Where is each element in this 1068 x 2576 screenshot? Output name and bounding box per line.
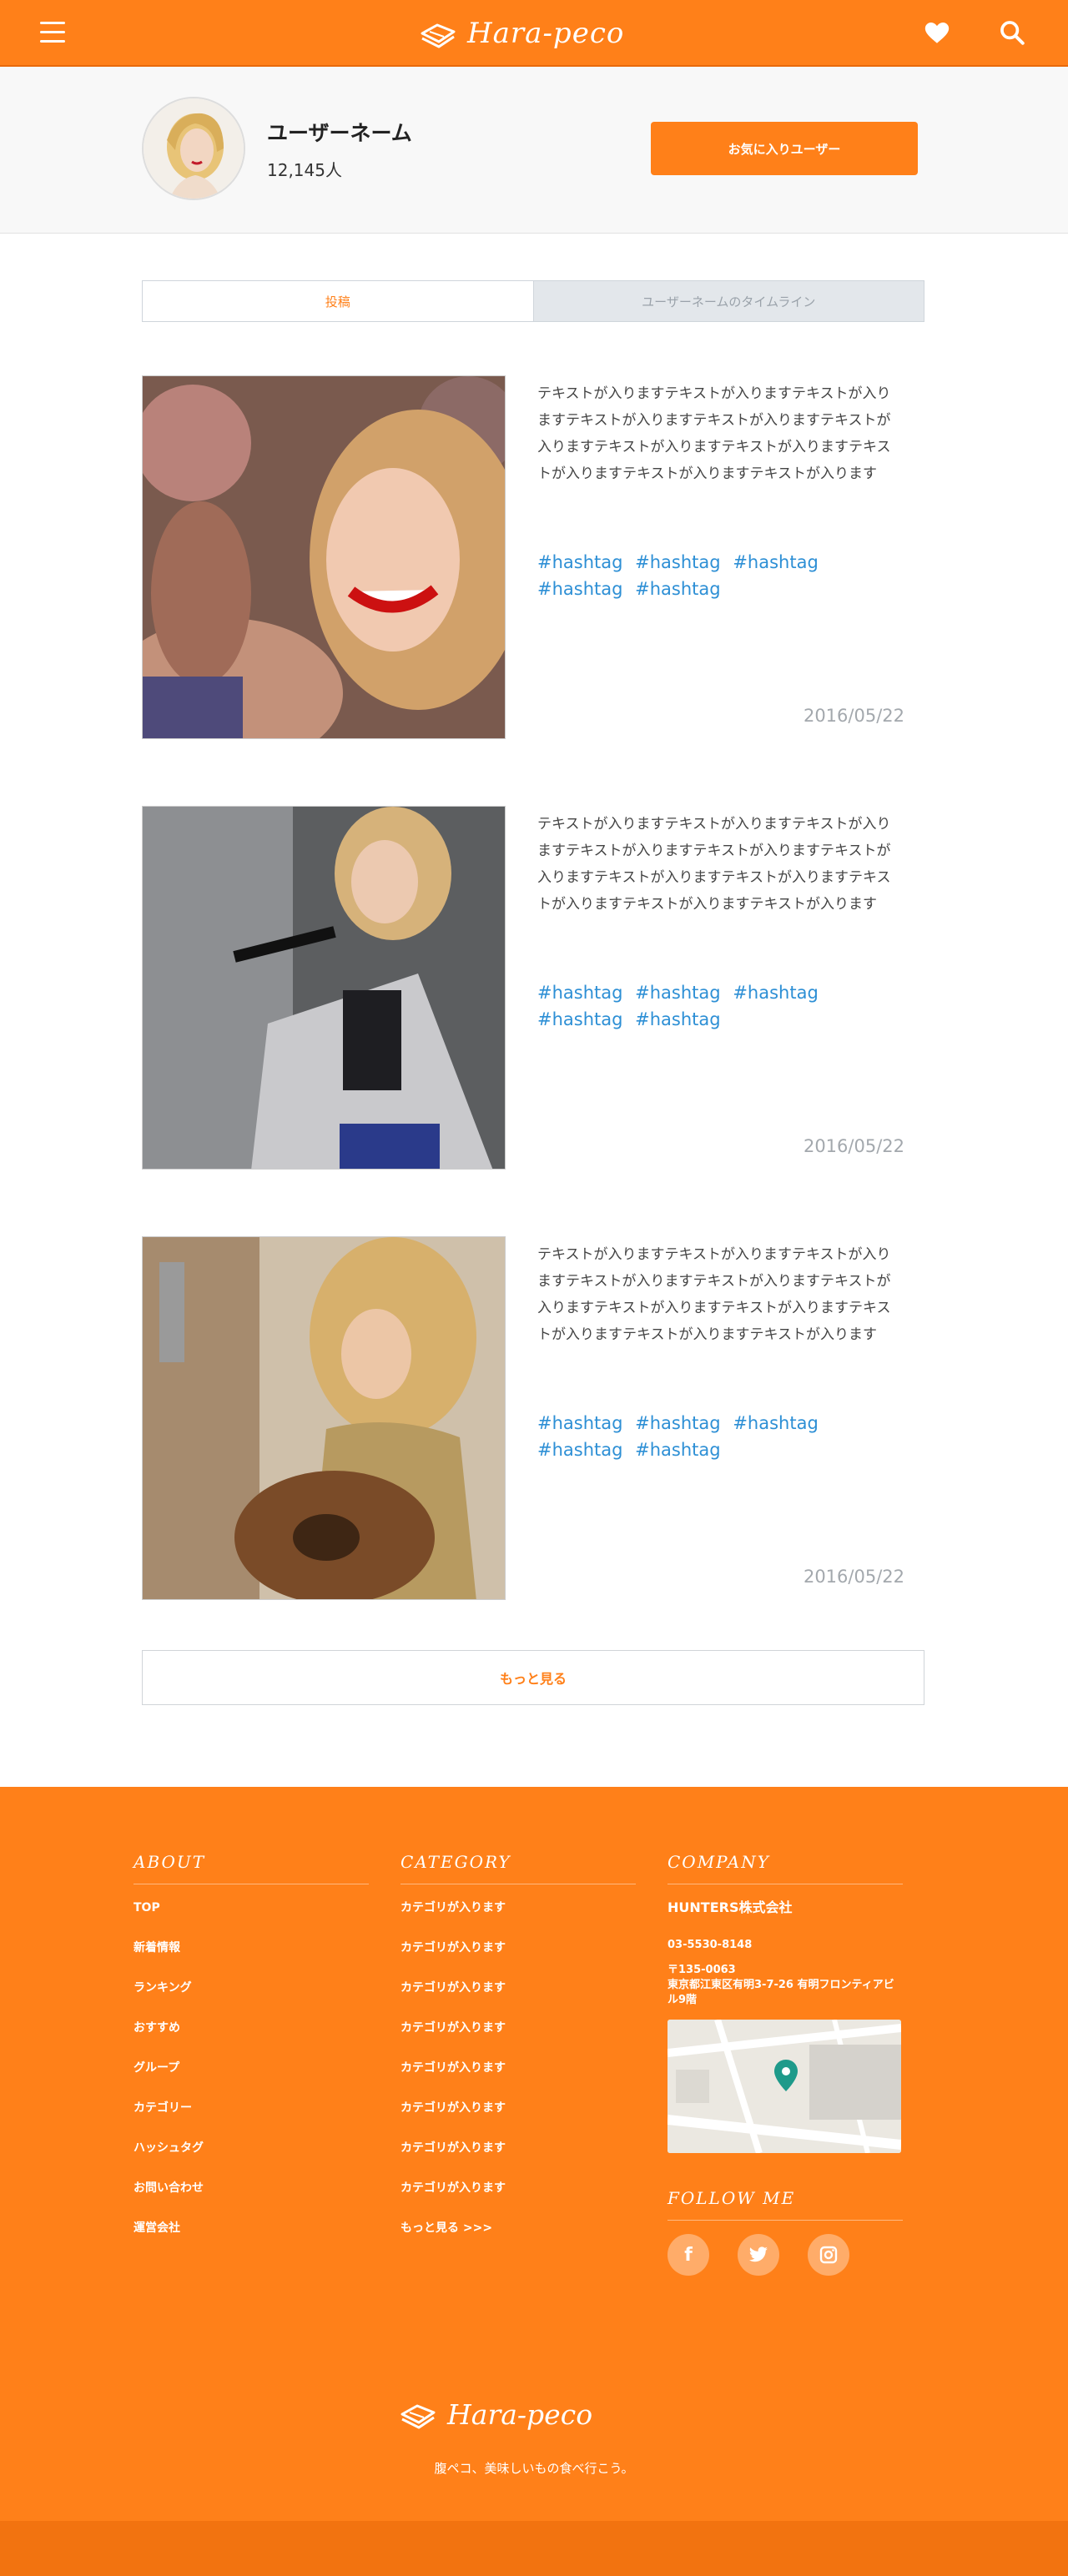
hashtag-link[interactable]: #hashtag xyxy=(635,552,720,572)
profile-section: ユーザーネーム 12,145人 お気に入りユーザー xyxy=(0,67,1068,234)
profile-tabs: 投稿 ユーザーネームのタイムライン xyxy=(142,280,924,322)
avatar xyxy=(142,97,245,200)
post-hashtags: #hashtag #hashtag #hashtag #hashtag #has… xyxy=(537,1410,904,1463)
company-address: 東京都江東区有明3-7-26 有明フロンティアビル9階 xyxy=(668,1979,894,2006)
hashtag-link[interactable]: #hashtag xyxy=(537,552,622,572)
post-text: テキストが入りますテキストが入りますテキストが入りますテキストが入りますテキスト… xyxy=(537,385,891,482)
footer-category-link[interactable]: カテゴリが入ります xyxy=(400,1938,636,1978)
footer-tagline: 腹ペコ、美味しいもの食べ行こう。 xyxy=(434,2461,634,2476)
company-phone: 03-5530-8148 xyxy=(668,1939,753,1951)
social-links: f xyxy=(668,2234,903,2276)
post-image[interactable] xyxy=(142,1236,506,1600)
footer-about-column: ABOUT TOP 新着情報 ランキング おすすめ グループ カテゴリー ハッシ… xyxy=(134,1852,369,2258)
footer-category-link[interactable]: カテゴリが入ります xyxy=(400,2018,636,2058)
footer-link[interactable]: カテゴリー xyxy=(134,2098,369,2138)
post-text: テキストが入りますテキストが入りますテキストが入りますテキストが入りますテキスト… xyxy=(537,1246,891,1343)
footer-category-column: CATEGORY カテゴリが入ります カテゴリが入ります カテゴリが入ります カ… xyxy=(400,1852,636,2258)
logo-book-icon xyxy=(421,23,456,48)
footer-category-title: CATEGORY xyxy=(400,1852,636,1884)
search-icon[interactable] xyxy=(998,18,1026,47)
post-image[interactable] xyxy=(142,806,506,1170)
tab-posts[interactable]: 投稿 xyxy=(143,281,533,321)
footer-category-link[interactable]: カテゴリが入ります xyxy=(400,1978,636,2018)
footer-follow-title: FOLLOW ME xyxy=(668,2188,903,2221)
footer-bottom-bar xyxy=(0,2521,1068,2576)
hashtag-link[interactable]: #hashtag xyxy=(537,579,622,599)
post-date: 2016/05/22 xyxy=(803,1567,904,1587)
footer-about-title: ABOUT xyxy=(134,1852,369,1884)
footer-link[interactable]: TOP xyxy=(134,1898,369,1938)
tab-timeline[interactable]: ユーザーネームのタイムライン xyxy=(532,281,924,321)
hashtag-link[interactable]: #hashtag xyxy=(733,1413,818,1433)
post-image[interactable] xyxy=(142,375,506,739)
facebook-icon[interactable]: f xyxy=(668,2234,709,2276)
footer-link[interactable]: ハッシュタグ xyxy=(134,2138,369,2178)
hashtag-link[interactable]: #hashtag xyxy=(635,1413,720,1433)
site-footer: ABOUT TOP 新着情報 ランキング おすすめ グループ カテゴリー ハッシ… xyxy=(0,1787,1068,2576)
company-postal: 〒135-0063 xyxy=(668,1964,736,1976)
profile-username: ユーザーネーム xyxy=(267,121,412,145)
footer-category-link[interactable]: カテゴリが入ります xyxy=(400,1898,636,1938)
heart-icon[interactable] xyxy=(923,18,951,47)
footer-link[interactable]: おすすめ xyxy=(134,2018,369,2058)
footer-category-link[interactable]: カテゴリが入ります xyxy=(400,2138,636,2178)
site-header: Hara-peco xyxy=(0,0,1068,67)
company-name: HUNTERS株式会社 xyxy=(668,1899,793,1915)
hashtag-link[interactable]: #hashtag xyxy=(635,1009,720,1029)
post-card: テキストが入りますテキストが入りますテキストが入りますテキストが入りますテキスト… xyxy=(142,1236,924,1600)
footer-company-title: COMPANY xyxy=(668,1852,903,1884)
hashtag-link[interactable]: #hashtag xyxy=(537,983,622,1003)
hashtag-link[interactable]: #hashtag xyxy=(635,1440,720,1460)
hashtag-link[interactable]: #hashtag xyxy=(537,1440,622,1460)
post-hashtags: #hashtag #hashtag #hashtag #hashtag #has… xyxy=(537,979,904,1033)
footer-link[interactable]: 新着情報 xyxy=(134,1938,369,1978)
hashtag-link[interactable]: #hashtag xyxy=(733,983,818,1003)
company-map[interactable] xyxy=(668,2020,901,2153)
footer-category-link[interactable]: カテゴリが入ります xyxy=(400,2098,636,2138)
footer-company-column: COMPANY HUNTERS株式会社 03-5530-8148 〒135-00… xyxy=(668,1852,903,2276)
hashtag-link[interactable]: #hashtag xyxy=(733,552,818,572)
footer-link[interactable]: ランキング xyxy=(134,1978,369,2018)
post-hashtags: #hashtag #hashtag #hashtag #hashtag #has… xyxy=(537,549,904,602)
footer-logo[interactable]: Hara-peco xyxy=(399,2397,592,2431)
logo-text: Hara-peco xyxy=(467,17,625,50)
favorite-user-button[interactable]: お気に入りユーザー xyxy=(651,122,918,175)
hashtag-link[interactable]: #hashtag xyxy=(537,1413,622,1433)
footer-link[interactable]: 運営会社 xyxy=(134,2218,369,2258)
site-logo[interactable]: Hara-peco xyxy=(419,12,624,55)
post-date: 2016/05/22 xyxy=(803,706,904,726)
follower-count: 12,145人 xyxy=(267,160,342,180)
load-more-button[interactable]: もっと見る xyxy=(142,1650,924,1705)
footer-more-link[interactable]: もっと見る >>> xyxy=(400,2218,636,2258)
hashtag-link[interactable]: #hashtag xyxy=(635,983,720,1003)
post-card: テキストが入りますテキストが入りますテキストが入りますテキストが入りますテキスト… xyxy=(142,375,924,739)
footer-category-link[interactable]: カテゴリが入ります xyxy=(400,2178,636,2218)
post-text: テキストが入りますテキストが入りますテキストが入りますテキストが入りますテキスト… xyxy=(537,816,891,913)
logo-book-icon xyxy=(400,2404,436,2429)
twitter-icon[interactable] xyxy=(738,2234,779,2276)
menu-icon[interactable] xyxy=(40,22,65,43)
footer-link[interactable]: グループ xyxy=(134,2058,369,2098)
footer-logo-text: Hara-peco xyxy=(447,2397,593,2431)
instagram-icon[interactable] xyxy=(808,2234,849,2276)
footer-category-link[interactable]: カテゴリが入ります xyxy=(400,2058,636,2098)
hashtag-link[interactable]: #hashtag xyxy=(635,579,720,599)
post-date: 2016/05/22 xyxy=(803,1136,904,1156)
hashtag-link[interactable]: #hashtag xyxy=(537,1009,622,1029)
post-card: テキストが入りますテキストが入りますテキストが入りますテキストが入りますテキスト… xyxy=(142,806,924,1170)
footer-link[interactable]: お問い合わせ xyxy=(134,2178,369,2218)
